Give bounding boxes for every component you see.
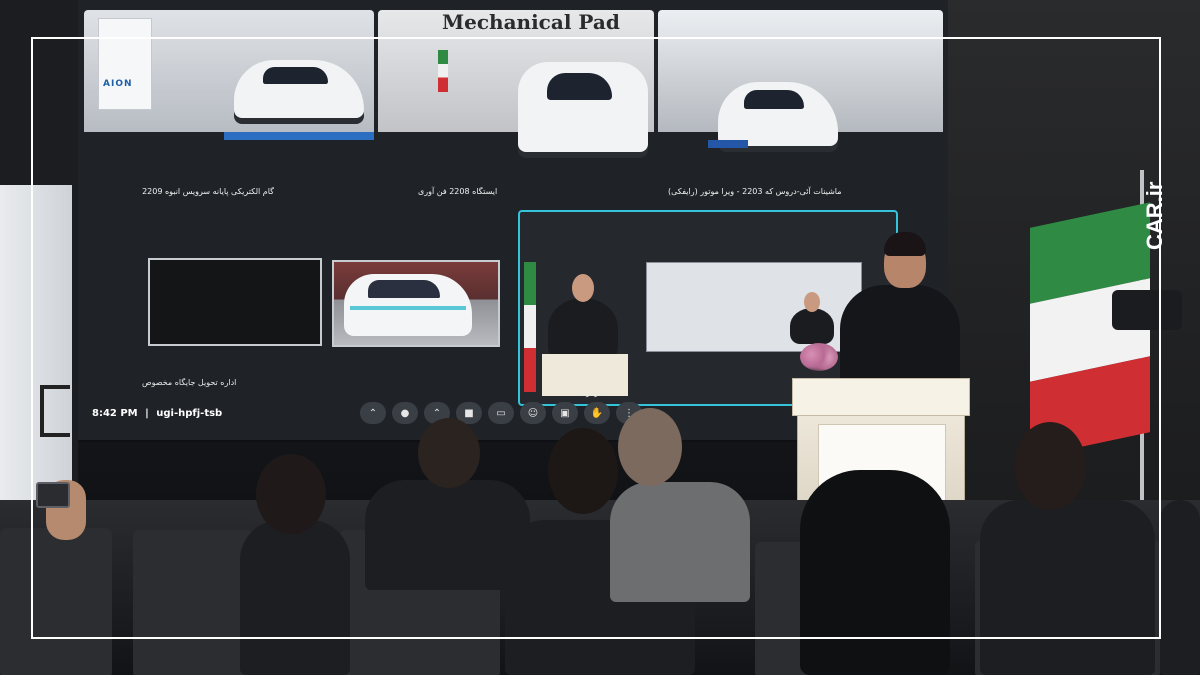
- audience-member: [1160, 500, 1200, 675]
- captions-icon[interactable]: ▭: [488, 402, 514, 424]
- video-camera: [1112, 290, 1182, 330]
- audience-head: [418, 418, 480, 488]
- car-lift: [224, 132, 374, 140]
- speaker-hair: [884, 232, 926, 256]
- aion-sign: AION: [98, 18, 152, 110]
- audience-member-hijab: [800, 470, 950, 675]
- chevron-up-icon[interactable]: ⌃: [360, 402, 386, 424]
- chair: [0, 528, 112, 675]
- chair: [133, 530, 253, 675]
- flag-icon: [438, 50, 448, 92]
- flag-icon: [524, 262, 536, 392]
- feed-caption: ایستگاه 2208 فن آوری: [418, 187, 498, 196]
- feed-caption: گام الکتریکی پایانه سرویس انبوه 2209: [142, 187, 274, 196]
- video-feed-mechanical-pad: Mechanical Pad ایستگاه 2208 فن آوری: [378, 10, 654, 202]
- raise-hand-icon[interactable]: ✋: [584, 402, 610, 424]
- video-tile-off: [148, 258, 322, 346]
- audience-member: [610, 482, 750, 602]
- audience-head: [618, 408, 682, 486]
- meet-toolbar: ⌃ ● ⌃ ■ ▭ ☺ ▣ ✋ ⋮: [360, 402, 642, 424]
- car-lift: [708, 140, 748, 148]
- iran-flag: [1030, 202, 1150, 458]
- left-banner: [0, 185, 72, 525]
- present-icon[interactable]: ▣: [552, 402, 578, 424]
- mic-icon[interactable]: ●: [392, 402, 418, 424]
- audience-member: [240, 520, 350, 675]
- meet-code: ugi-hpfj-tsb: [156, 408, 223, 419]
- audience-head: [256, 454, 326, 534]
- flower-arrangement: [800, 343, 838, 371]
- tile-label: اداره تحویل جایگاه مخصوص: [142, 378, 237, 387]
- feed-caption: ماشینات آئی-دروس که 2203 - ویرا موتور (ر…: [668, 187, 842, 196]
- speaker-tile-label: مرکزی: [580, 388, 604, 397]
- banner-logo-mark: [40, 385, 70, 437]
- emoji-icon[interactable]: ☺: [520, 402, 546, 424]
- video-feed-aion: AION گام الکتریکی پایانه سرویس انبوه 220…: [84, 10, 374, 202]
- projection-screen: AION گام الکتریکی پایانه سرویس انبوه 220…: [78, 0, 948, 442]
- phone: [36, 482, 70, 508]
- audience-head: [548, 428, 618, 514]
- meet-separator: |: [145, 408, 149, 419]
- meet-info: 8:42 PM | ugi-hpfj-tsb: [92, 408, 222, 419]
- mechanical-pad-header: Mechanical Pad: [442, 10, 620, 34]
- audience-member: [980, 500, 1155, 675]
- audience-head: [1014, 422, 1086, 510]
- car-ir-watermark: CAR.ir: [1142, 181, 1167, 250]
- video-feed-service: ماشینات آئی-دروس که 2203 - ویرا موتور (ر…: [658, 10, 943, 202]
- meet-time: 8:42 PM: [92, 408, 138, 419]
- video-tile-car: [332, 260, 500, 347]
- car: [518, 62, 648, 152]
